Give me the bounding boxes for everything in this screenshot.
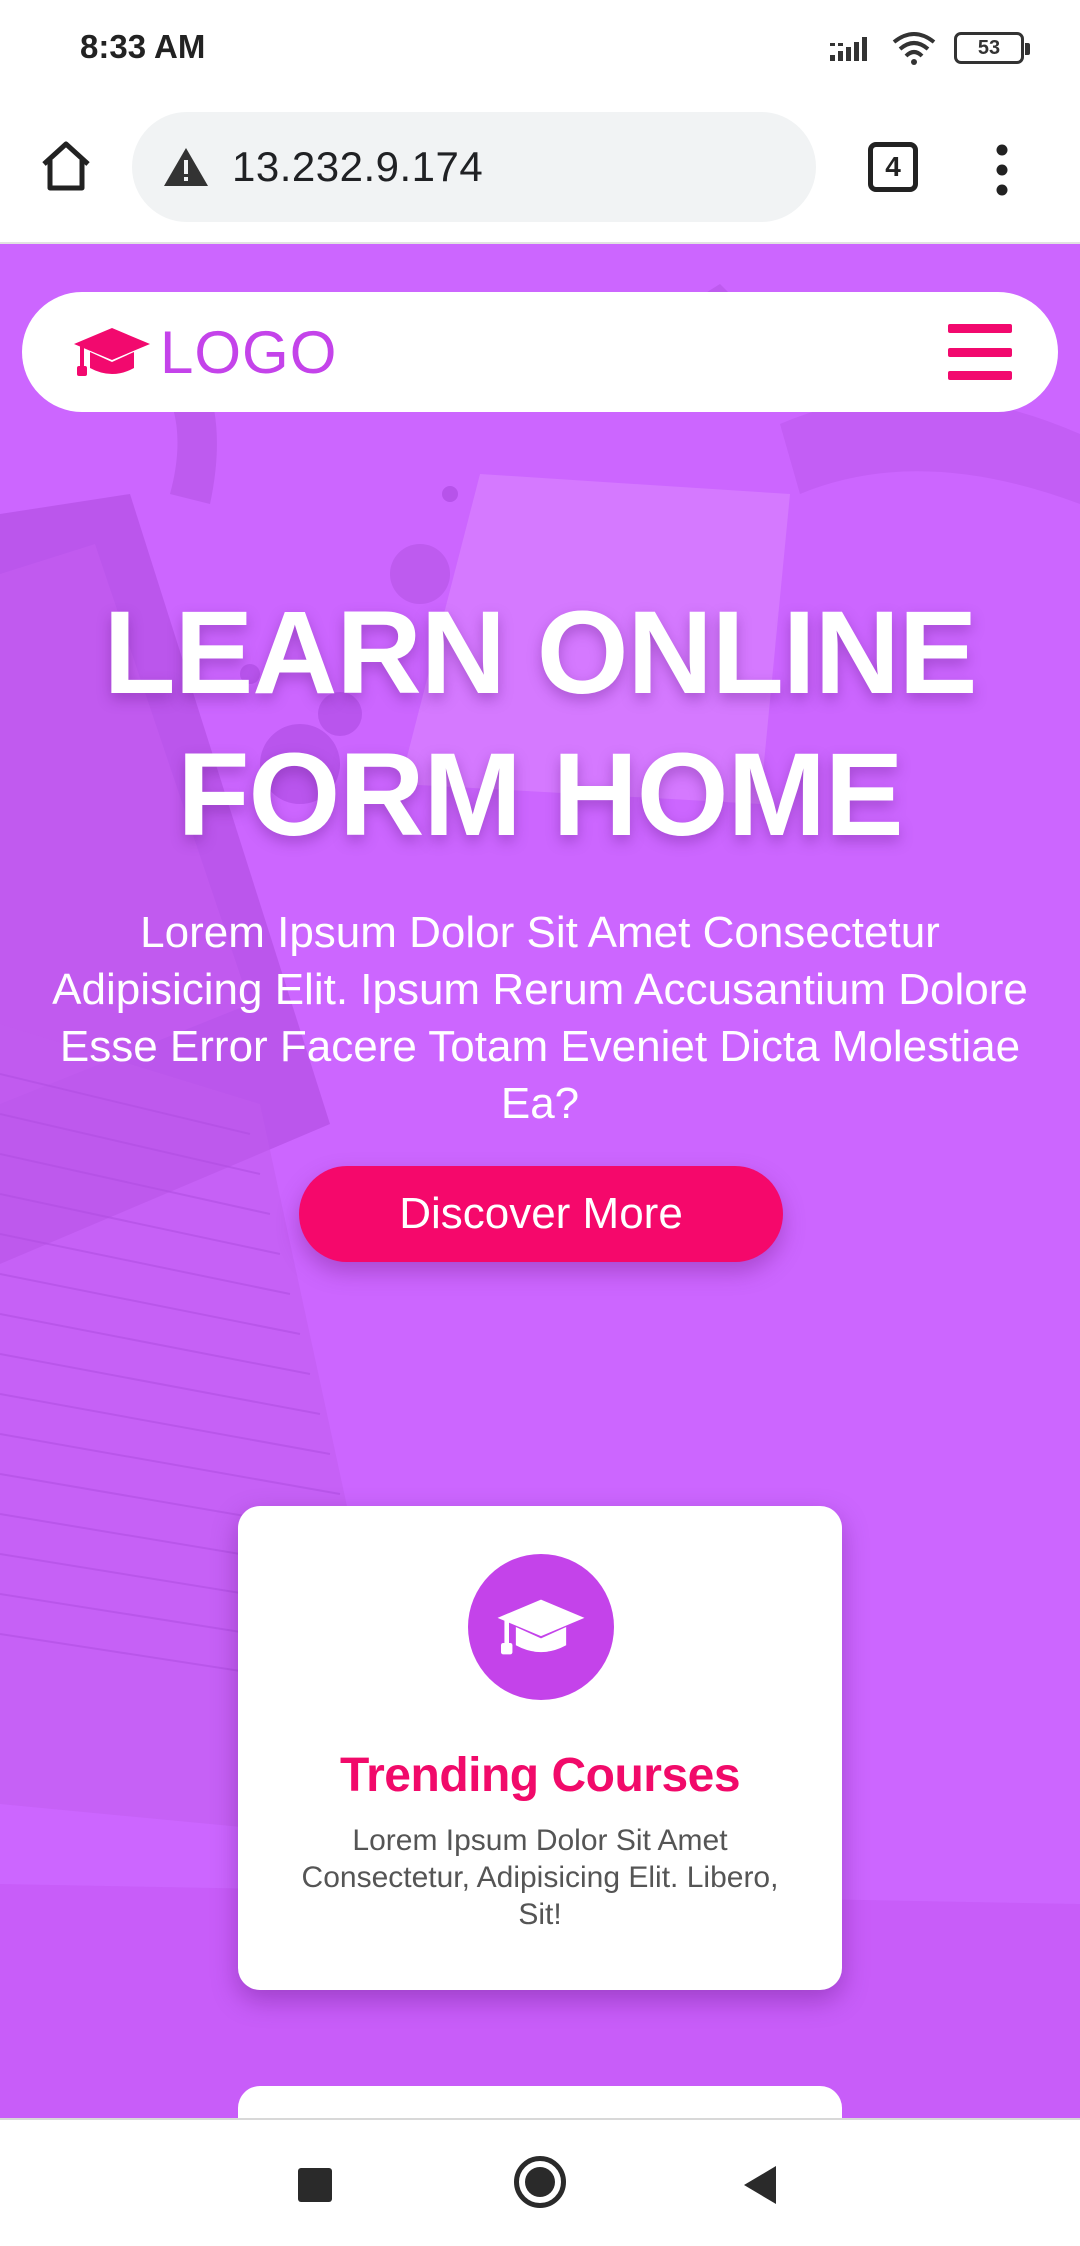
hero-description: Lorem Ipsum Dolor Sit Amet Consectetur A… (52, 908, 1028, 1128)
logo-text: LOGO (160, 318, 338, 386)
more-vert-icon[interactable] (990, 140, 1014, 200)
status-bar: 8:33 AM 53 (0, 0, 1080, 96)
home-circle-inner (525, 2167, 555, 2197)
hamburger-line (948, 371, 1012, 380)
tab-count: 4 (885, 151, 901, 182)
status-icons: 53 (830, 28, 1030, 68)
card-title: Trending Courses (339, 1749, 741, 1802)
graduation-cap-icon (497, 1599, 585, 1655)
signal-icon (830, 37, 867, 61)
feature-card-partial[interactable] (238, 2086, 842, 2118)
logo[interactable]: LOGO (72, 314, 337, 390)
hero-title-line-1: LEARN ONLINE (103, 587, 978, 719)
warning-icon[interactable] (162, 146, 210, 188)
page-content: LOGO LEARN ONLINE FORM HOME Lorem Ipsum … (0, 244, 1080, 2118)
recent-apps-icon[interactable] (298, 2168, 332, 2202)
wifi-icon (892, 32, 936, 65)
hero-title: LEARN ONLINE FORM HOME (0, 582, 1080, 866)
discover-more-button[interactable]: Discover More (299, 1166, 783, 1262)
hamburger-line (948, 347, 1012, 357)
site-navbar: LOGO (22, 292, 1058, 412)
address-bar[interactable]: 13.232.9.174 (132, 112, 816, 222)
battery-icon: 53 (954, 32, 1030, 64)
feature-card-trending-courses[interactable]: Trending Courses Lorem Ipsum Dolor Sit A… (238, 1506, 842, 1990)
back-icon[interactable] (742, 2164, 778, 2206)
home-circle-icon[interactable] (514, 2156, 566, 2208)
hamburger-line (948, 324, 1012, 333)
browser-toolbar: 13.232.9.174 4 (0, 96, 1080, 244)
hamburger-menu-icon[interactable] (948, 324, 1012, 380)
system-nav-bar (0, 2118, 1080, 2246)
status-time: 8:33 AM (80, 28, 206, 65)
home-icon[interactable] (36, 136, 96, 196)
hero-title-line-2: FORM HOME (177, 729, 903, 861)
battery-level: 53 (977, 36, 1001, 59)
graduation-cap-icon (74, 328, 150, 376)
card-icon-circle (468, 1554, 614, 1700)
url-text[interactable]: 13.232.9.174 (232, 143, 483, 191)
card-text: Lorem Ipsum Dolor Sit Amet Consectetur, … (301, 1824, 779, 1931)
tabs-icon[interactable]: 4 (868, 142, 918, 192)
